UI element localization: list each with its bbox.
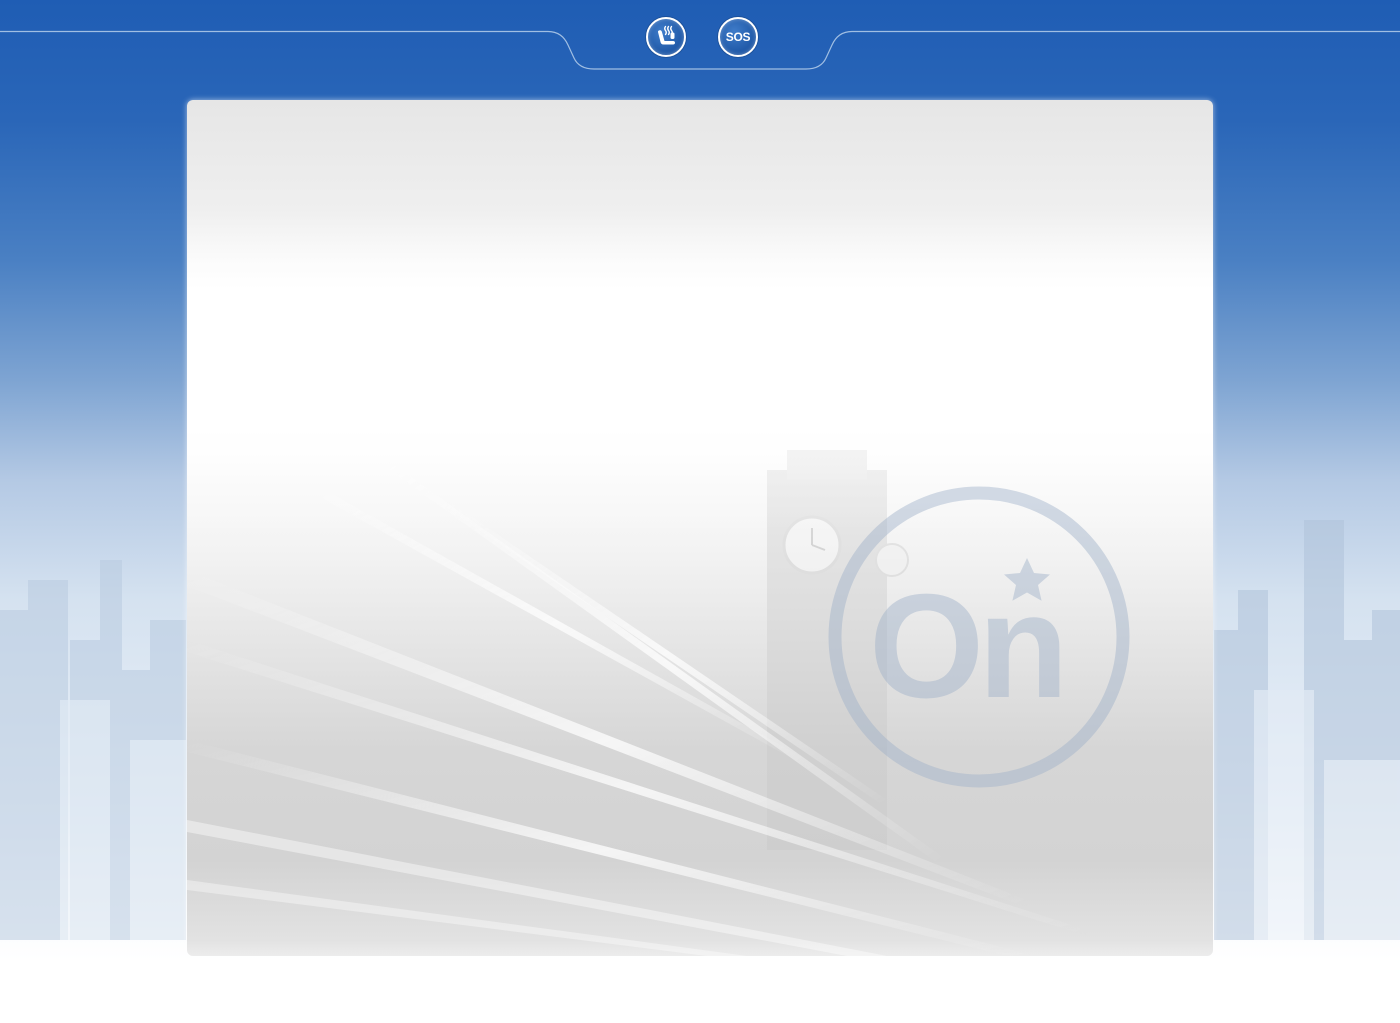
- heated-seat-icon: [657, 25, 675, 45]
- app-screen: SOS On: [0, 0, 1400, 1023]
- top-bar: [0, 30, 1400, 70]
- sos-icon: SOS: [725, 30, 751, 44]
- sos-button[interactable]: SOS: [718, 17, 758, 57]
- city-skyline-right: [1214, 520, 1400, 940]
- main-panel: On: [187, 100, 1213, 956]
- svg-text:On: On: [869, 564, 1063, 729]
- city-skyline-left: [0, 560, 186, 940]
- panel-background-art: On: [187, 400, 1213, 956]
- heated-seat-button[interactable]: [646, 17, 686, 57]
